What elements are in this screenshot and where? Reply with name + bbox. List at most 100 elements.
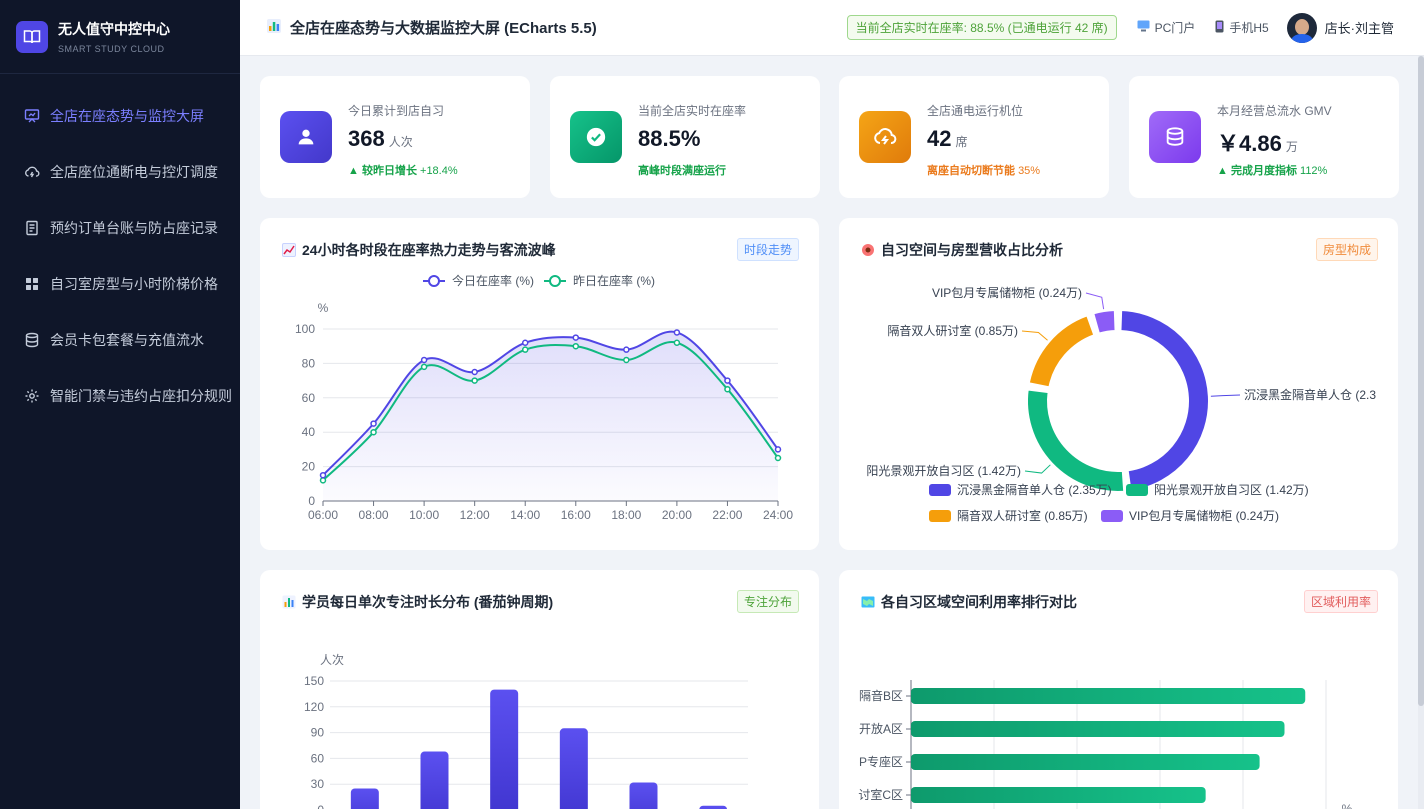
y-tick-label: 60 [302,391,316,405]
stat-card-2: 当前全店实时在座率 88.5% 高峰时段满座运行 [550,76,820,198]
bar [490,689,519,809]
sidebar-nav: 全店在座态势与监控大屏全店座位通断电与控灯调度 预约订单台账与防占座记录 自习室房型… [0,88,240,424]
sidebar-item-5[interactable]: 会员卡包套餐与充值流水 [0,312,240,368]
y-tick-label: 讨室C区 [858,787,903,802]
y-tick-label: 90 [311,726,325,740]
legend-swatch [929,510,951,522]
bar [559,728,588,809]
sidebar-item-label: 智能门禁与违约占座扣分规则 [50,388,232,404]
pc-portal-label: PC门户 [1154,21,1196,35]
legend-swatch [929,484,951,496]
mobile-h5-link[interactable]: 手机H5 [1215,19,1269,36]
y-tick-label: 隔音B区 [859,688,903,703]
cloud-lightning-icon [859,111,911,163]
stat-note: 离座自动切断节能 35% [927,165,1041,177]
stat-card-1: 今日累计到店自习 368 人次 ▲ 较昨日增长 +18.4% [260,76,530,198]
y-tick-label: 0 [308,494,315,508]
stat-note: ▲ 完成月度指标 112% [1217,165,1328,177]
sidebar-item-2[interactable]: 全店座位通断电与控灯调度 [0,144,240,200]
data-point [471,377,478,384]
sidebar-item-label: 自习室房型与小时阶梯价格 [50,276,218,292]
y-tick-label: 0 [317,803,324,809]
check-circle-icon [570,111,622,163]
scroll-thumb[interactable] [1418,56,1424,706]
data-point [370,428,377,436]
y-tick-label: P专座区 [859,754,903,769]
sidebar-item-3[interactable]: 预约订单台账与防占座记录 [0,200,240,256]
pie-leader-line [1024,464,1051,474]
x-tick-label: 16:00 [561,508,591,522]
pie-chart: 沉浸黑金隔音单人仓 (2.3 阳光景观开放自习区 (1.42万) 隔音双人研讨室 (… [866,285,1376,523]
sidebar-item-1[interactable]: 全店在座态势与监控大屏 [0,88,240,144]
grid-icon [24,276,40,292]
legend-marker [428,275,440,287]
y-tick-label: 80 [302,356,316,370]
y-tick-label: 120 [304,700,324,714]
x-tick-label: 20:00 [662,508,692,522]
pie-slice [1092,309,1117,335]
stat-label: 当前全店实时在座率 [638,104,747,118]
data-point [319,477,327,484]
hbar-chart-panel: 各自习区域空间利用率排行对比 区域利用率 % 隔音B区 开放A区 P专座区 讨室C区 [839,570,1398,809]
hbar-chart: % 隔音B区开放A区 P专座区讨室C区 [858,680,1353,809]
user-icon [280,111,332,163]
legend-label: 今日在座率 (%) [452,273,534,288]
sidebar-item-label: 预约订单台账与防占座记录 [50,220,218,236]
data-point [774,446,782,453]
data-point [319,471,327,479]
mobile-h5-label: 手机H5 [1229,21,1269,35]
bar-chart: 0 30 60 90 120 150 人次 [304,653,748,809]
stat-label: 本月经营总流水 GMV [1217,104,1332,118]
pie-leader-line [1085,292,1105,310]
stat-card-3: 全店通电运行机位 42 席离座自动切断节能 35% [839,76,1109,198]
pie-leader-line [1021,330,1048,341]
hbar [911,721,1285,737]
x-tick-label: 08:00 [359,508,389,522]
data-point [623,356,630,364]
data-point [471,368,478,376]
page-scrollbar[interactable] [1418,56,1424,809]
phone-icon [1215,20,1224,36]
sidebar-item-6[interactable]: 智能门禁与违约占座扣分规则 [0,368,240,424]
pie-outer-label: VIP包月专属储物柜 (0.24万) [932,285,1082,300]
x-tick-label: 06:00 [308,508,338,522]
bar [350,788,379,809]
avatar[interactable] [1286,12,1317,43]
book-logo-icon [16,20,48,53]
y-axis-label: % [318,301,329,315]
legend-label: 隔音双人研讨室 (0.85万) [957,508,1088,523]
stat-value: ￥4.86 万 [1217,131,1298,156]
stat-value: 88.5% [638,126,701,151]
stat-card-4: 本月经营总流水 GMV ￥4.86 万 ▲ 完成月度指标 112% [1129,76,1399,198]
pie-slice [1026,388,1126,493]
pc-portal-link[interactable]: PC门户 [1137,19,1196,36]
legend-label: 沉浸黑金隔音单人仓 (2.35万) [957,482,1112,497]
data-point [623,346,630,353]
coins-icon [1149,111,1201,163]
hbar [911,688,1306,704]
pie-outer-label: 隔音双人研讨室 (0.85万) [887,323,1018,338]
page-title: 全店在座态势与大数据监控大屏 (ECharts 5.5) [266,17,597,38]
sidebar-item-label: 全店座位通断电与控灯调度 [50,164,218,180]
x-tick-label: 18:00 [611,508,641,522]
x-tick-label: 22:00 [712,508,742,522]
legend-label: 阳光景观开放自习区 (1.42万) [1154,482,1309,497]
y-tick-label: 40 [302,425,316,439]
stat-note: 高峰时段满座运行 [638,165,726,177]
data-point [420,356,428,364]
brand-subtitle: SMART STUDY CLOUD [58,44,165,54]
bar-chart-panel: 学员每日单次专注时长分布 (番茄钟周期) 专注分布 0306090120150人… [260,570,819,809]
data-point [420,363,428,371]
brand: 无人值守中控中心 SMART STUDY CLOUD [0,0,240,74]
document-icon [24,220,40,236]
y-tick-label: 100 [295,322,315,336]
pie-slice [1027,314,1096,389]
brand-title: 无人值守中控中心 [58,21,170,37]
data-point [521,339,529,347]
sidebar-item-4[interactable]: 自习室房型与小时阶梯价格 [0,256,240,312]
line-chart-panel: 24小时各时段在座率热力走势与客流波峰 时段走势 0 20 40 60 80 100% 06… [260,218,819,550]
data-point [673,339,681,347]
sidebar-item-label: 会员卡包套餐与充值流水 [50,332,204,348]
legend-label: VIP包月专属储物柜 (0.24万) [1129,508,1279,523]
y-tick-label: 20 [302,460,316,474]
